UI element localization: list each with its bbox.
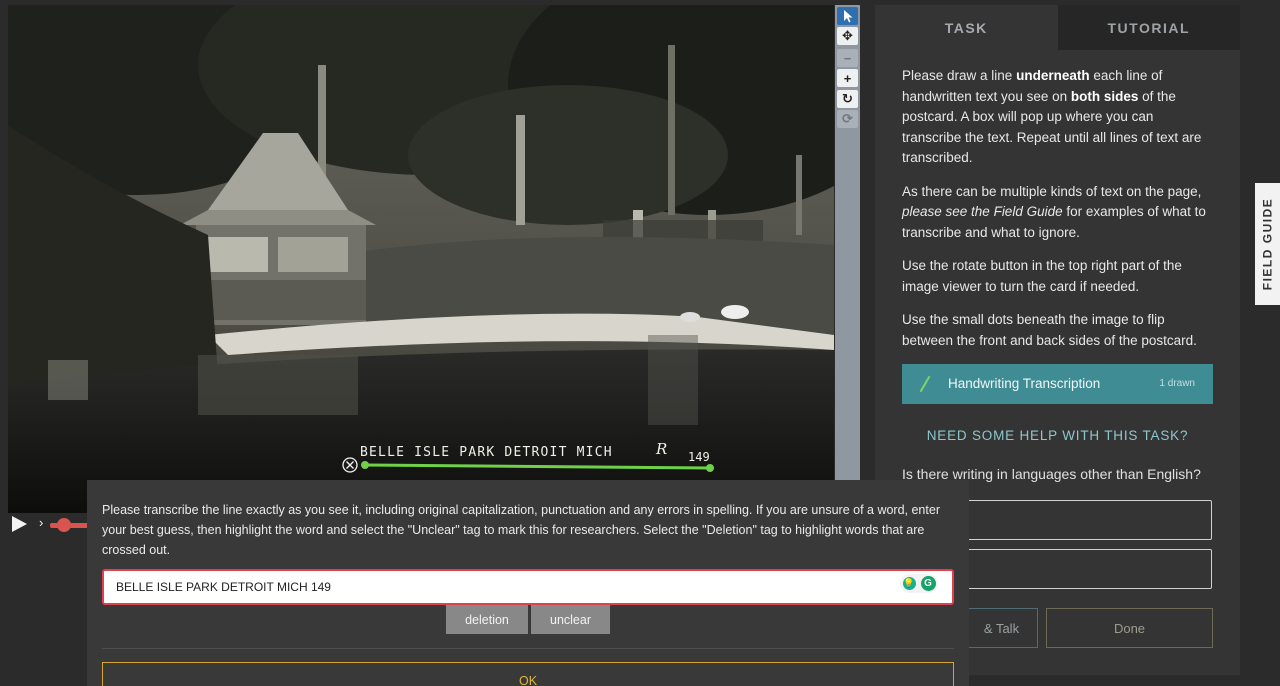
postcard-caption-mark: R [655, 440, 667, 458]
field-guide-tab[interactable]: FIELD GUIDE [1255, 183, 1280, 305]
answer-option-2[interactable] [965, 549, 1212, 589]
popup-divider [102, 648, 954, 649]
line-start-handle[interactable] [361, 461, 369, 469]
unclear-tag-button[interactable]: unclear [531, 605, 610, 634]
tab-task[interactable]: TASK [875, 5, 1058, 50]
popup-instructions: Please transcribe the line exactly as yo… [102, 503, 940, 557]
lightbulb-icon[interactable]: 💡 [902, 577, 916, 590]
grammarly-icon[interactable]: G [920, 576, 936, 591]
panel-tabs: TASK TUTORIAL [875, 5, 1240, 50]
reset-icon[interactable]: ⟳ [837, 110, 858, 128]
ok-button[interactable]: OK [102, 662, 954, 686]
deletion-tag-button[interactable]: deletion [446, 605, 528, 634]
done-button[interactable]: Done [1046, 608, 1213, 648]
transcription-input[interactable] [104, 571, 952, 603]
transcription-input-wrapper: 💡 G [102, 569, 954, 605]
chevron-right-icon[interactable]: › [39, 515, 43, 530]
line-tool-icon [919, 375, 931, 393]
tab-tutorial[interactable]: TUTORIAL [1057, 5, 1240, 50]
transcription-popup: Please transcribe the line exactly as yo… [87, 480, 969, 686]
postcard-photo[interactable]: BELLE ISLE PARK DETROIT MICH R 149 [8, 5, 834, 513]
postcard-caption-number: 149 [688, 450, 710, 464]
instruction-flip: Use the small dots beneath the image to … [902, 312, 1197, 348]
zoom-in-icon[interactable]: + [837, 69, 858, 87]
postcard-caption: BELLE ISLE PARK DETROIT MICH [360, 445, 613, 460]
frame-slider-thumb[interactable] [57, 518, 71, 532]
viewer-toolbar: ✥ − + ↻ ⟳ [835, 5, 860, 483]
tool-count: 1 drawn [1159, 377, 1195, 389]
rotate-icon[interactable]: ↻ [837, 90, 858, 108]
pointer-icon[interactable] [837, 7, 858, 25]
handwriting-transcription-tool[interactable]: Handwriting Transcription 1 drawn [902, 364, 1213, 404]
instruction-field-guide: As there can be multiple kinds of text o… [902, 183, 1206, 240]
frame-controls: › [8, 514, 98, 536]
grammarly-widget[interactable]: 💡 G [900, 574, 938, 593]
instruction-draw: Please draw a line underneath each line … [902, 68, 1202, 165]
image-viewer[interactable]: BELLE ISLE PARK DETROIT MICH R 149 [8, 5, 834, 513]
answer-option-1[interactable] [965, 500, 1212, 540]
instruction-rotate: Use the rotate button in the top right p… [902, 258, 1182, 294]
done-and-talk-button[interactable]: & Talk [965, 608, 1038, 648]
field-guide-label: FIELD GUIDE [1260, 197, 1275, 291]
task-instructions: Please draw a line underneath each line … [875, 50, 1240, 484]
tool-label: Handwriting Transcription [948, 375, 1101, 391]
play-icon[interactable] [12, 516, 27, 532]
zoom-out-icon[interactable]: − [837, 49, 858, 67]
move-icon[interactable]: ✥ [837, 27, 858, 45]
close-circle-icon[interactable] [342, 457, 358, 473]
help-link[interactable]: NEED SOME HELP WITH THIS TASK? [902, 426, 1213, 447]
line-end-handle[interactable] [706, 464, 714, 472]
